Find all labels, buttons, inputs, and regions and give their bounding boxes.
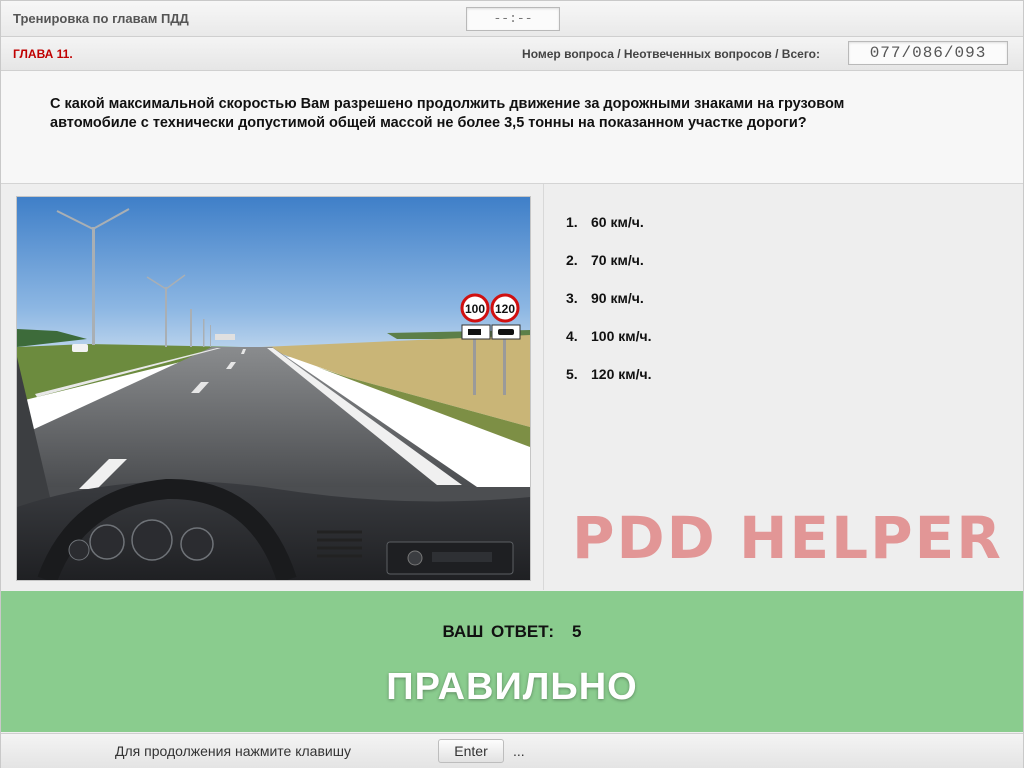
hint-ellipsis: ... bbox=[513, 743, 525, 759]
image-panel: 100 120 bbox=[1, 184, 544, 590]
app-window: Тренировка по главам ПДД --:-- ГЛАВА 11.… bbox=[0, 0, 1024, 768]
answer-option[interactable]: 4. 100 км/ч. bbox=[566, 328, 652, 366]
answer-option[interactable]: 1. 60 км/ч. bbox=[566, 214, 652, 252]
answer-option[interactable]: 2. 70 км/ч. bbox=[566, 252, 652, 290]
sign-truck-speed: 100 bbox=[465, 302, 485, 316]
answer-option[interactable]: 3. 90 км/ч. bbox=[566, 290, 652, 328]
sign-car-speed: 120 bbox=[495, 302, 515, 316]
continue-hint: Для продолжения нажмите клавишу bbox=[115, 743, 351, 759]
question-area: С какой максимальной скоростью Вам разре… bbox=[1, 71, 1023, 184]
question-counter: 077/086/093 bbox=[848, 41, 1008, 65]
question-counter-label: Номер вопроса / Неотвеченных вопросов / … bbox=[522, 47, 820, 61]
footer-bar: Для продолжения нажмите клавишу Enter ..… bbox=[1, 733, 1023, 768]
content-area: 100 120 1. 60 км/ч. 2. 70 км/ч. 3. 90 км… bbox=[1, 184, 1023, 590]
chapter-label: ГЛАВА 11. bbox=[13, 47, 73, 61]
app-title: Тренировка по главам ПДД bbox=[13, 11, 189, 26]
road-scene-illustration: 100 120 bbox=[17, 197, 530, 584]
road-scene-image: 100 120 bbox=[16, 196, 531, 584]
title-bar: Тренировка по главам ПДД --:-- bbox=[1, 1, 1023, 37]
result-panel: ВАШ ОТВЕТ: 5 ПРАВИЛЬНО bbox=[1, 591, 1023, 732]
your-answer-label: ВАШ ОТВЕТ: bbox=[442, 622, 555, 641]
question-text: С какой максимальной скоростью Вам разре… bbox=[50, 96, 845, 131]
answer-option[interactable]: 5. 120 км/ч. bbox=[566, 366, 652, 404]
your-answer-value: 5 bbox=[572, 622, 582, 641]
verdict-text: ПРАВИЛЬНО bbox=[386, 666, 638, 708]
answer-list: 1. 60 км/ч. 2. 70 км/ч. 3. 90 км/ч. 4. 100 к… bbox=[566, 214, 652, 404]
info-bar: ГЛАВА 11. Номер вопроса / Неотвеченных в… bbox=[1, 37, 1023, 71]
timer-display: --:-- bbox=[466, 7, 560, 31]
enter-key-button[interactable]: Enter bbox=[438, 739, 504, 763]
watermark: PDD HELPER bbox=[572, 504, 1003, 572]
your-answer-line: ВАШ ОТВЕТ: 5 bbox=[1, 622, 1023, 642]
